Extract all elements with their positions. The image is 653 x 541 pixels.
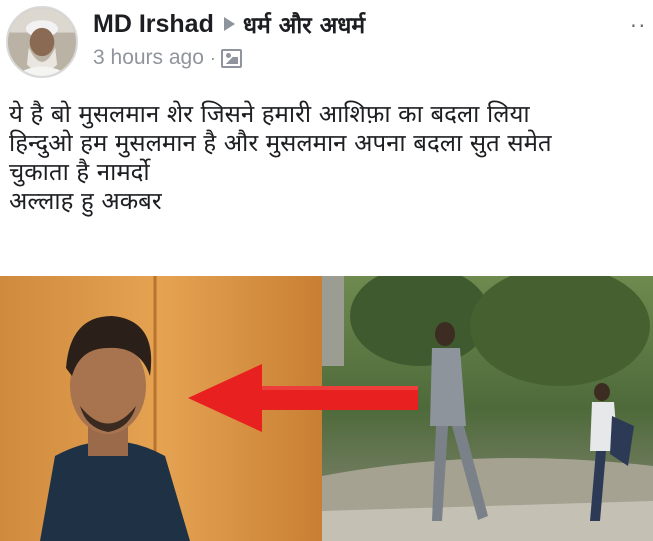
group-name[interactable]: धर्म और अधर्म xyxy=(243,8,365,40)
author-line: MD Irshad धर्म और अधर्म xyxy=(93,8,365,40)
more-options-icon[interactable]: ·· xyxy=(630,14,647,38)
post-photo[interactable] xyxy=(0,276,653,541)
author-name[interactable]: MD Irshad xyxy=(93,10,214,39)
post-meta: 3 hours ago · xyxy=(93,46,242,70)
post-header: MD Irshad धर्म और अधर्म 3 hours ago · ·· xyxy=(0,0,653,86)
post-photo-icon xyxy=(0,276,653,541)
post-timestamp[interactable]: 3 hours ago xyxy=(93,46,204,70)
photo-icon xyxy=(220,48,242,68)
dot-separator: · xyxy=(209,47,216,68)
arrow-right-icon xyxy=(223,17,235,31)
post-text: ये है बो मुसलमान शेर जिसने हमारी आशिफ़ा … xyxy=(9,100,552,215)
profile-photo-icon xyxy=(8,8,76,76)
author-avatar[interactable] xyxy=(6,6,78,78)
